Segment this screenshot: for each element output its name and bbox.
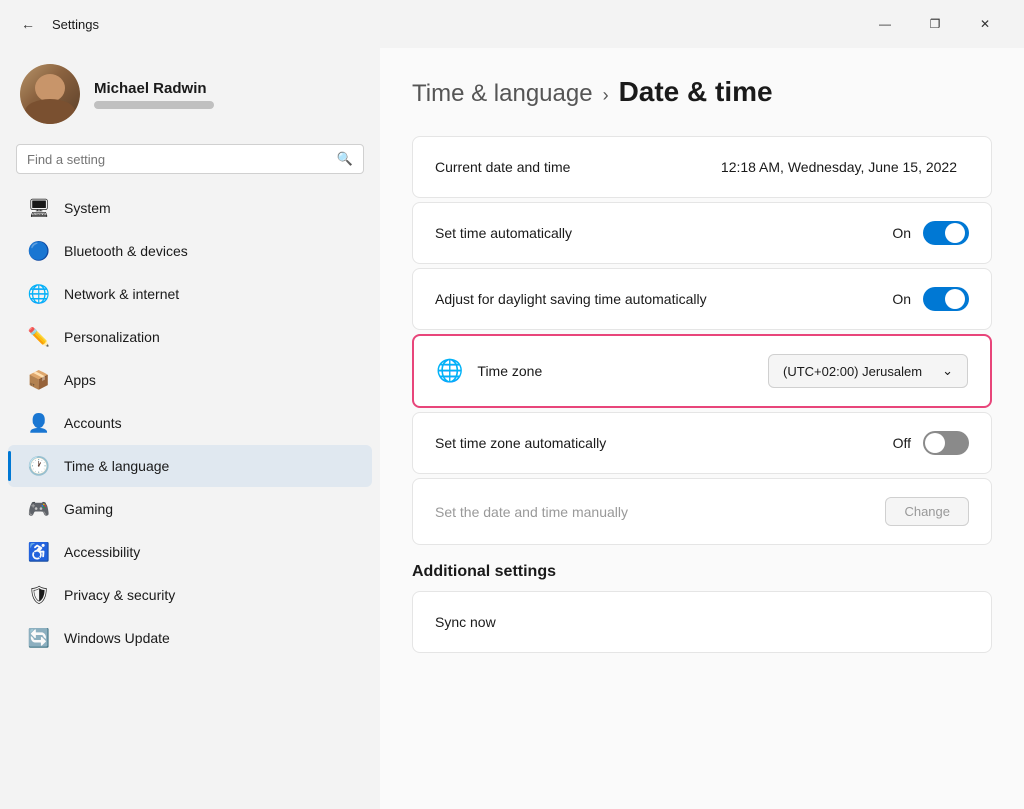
search-box[interactable]: 🔍 [16,144,364,174]
search-input[interactable] [27,152,329,167]
sidebar-item-label: Privacy & security [64,587,175,603]
sidebar-item-network[interactable]: 🌐 Network & internet [8,273,372,315]
sidebar-item-apps[interactable]: 📦 Apps [8,359,372,401]
bluetooth-icon: 🔵 [28,240,50,262]
search-icon: 🔍 [337,151,353,167]
sidebar-item-privacy[interactable]: 🛡 Privacy & security [8,574,372,616]
additional-settings-title: Additional settings [412,563,992,581]
timezone-label: Time zone [477,363,768,379]
sidebar-item-label: Apps [64,372,96,388]
back-button[interactable]: ← [16,12,40,36]
sidebar-item-label: Network & internet [64,286,179,302]
sidebar-item-bluetooth[interactable]: 🔵 Bluetooth & devices [8,230,372,272]
sidebar-item-label: Gaming [64,501,113,517]
app-title: Settings [52,17,99,32]
sidebar-item-system[interactable]: 🖥 System [8,187,372,229]
current-datetime-row: Current date and time 12:18 AM, Wednesda… [413,137,991,197]
daylight-saving-row: Adjust for daylight saving time automati… [413,269,991,329]
user-section: Michael Radwin [0,48,380,144]
sync-now-card: Sync now [412,591,992,653]
change-button[interactable]: Change [885,497,969,526]
page-title: Date & time [619,76,773,108]
daylight-saving-status: On [892,291,911,307]
toggle-thumb-2 [945,289,965,309]
sidebar-item-label: Bluetooth & devices [64,243,188,259]
daylight-saving-label: Adjust for daylight saving time automati… [435,291,892,307]
avatar [20,64,80,124]
set-timezone-auto-status: Off [893,435,911,451]
timezone-card: 🌐 Time zone (UTC+02:00) Jerusalem ⌄ [412,334,992,408]
set-time-auto-card: Set time automatically On [412,202,992,264]
sync-now-row: Sync now [413,592,991,652]
timezone-chevron-icon: ⌄ [942,363,953,379]
manual-datetime-label: Set the date and time manually [435,504,885,520]
close-button[interactable]: ✕ [962,8,1008,40]
breadcrumb-parent: Time & language [412,80,593,108]
sync-now-label: Sync now [435,614,969,630]
window-controls: — ❐ ✕ [862,8,1008,40]
sidebar-item-label: Windows Update [64,630,170,646]
sidebar-item-accessibility[interactable]: ♿ Accessibility [8,531,372,573]
app-body: Michael Radwin 🔍 🖥 System 🔵 Bluetooth & … [0,48,1024,809]
current-datetime-card: Current date and time 12:18 AM, Wednesda… [412,136,992,198]
user-email-bar [94,101,214,109]
timezone-select[interactable]: (UTC+02:00) Jerusalem ⌄ [768,354,968,388]
accessibility-icon: ♿ [28,541,50,563]
toggle-thumb [945,223,965,243]
set-timezone-auto-row: Set time zone automatically Off [413,413,991,473]
sidebar-item-update[interactable]: 🔄 Windows Update [8,617,372,659]
sidebar-item-label: Accounts [64,415,122,431]
page-header: Time & language › Date & time [412,76,992,108]
daylight-saving-toggle[interactable] [923,287,969,311]
sidebar-item-accounts[interactable]: 👤 Accounts [8,402,372,444]
current-datetime-label: Current date and time [435,159,721,175]
title-bar-left: ← Settings [16,12,99,36]
timezone-icon: 🌐 [436,358,463,384]
maximize-button[interactable]: ❐ [912,8,958,40]
set-timezone-auto-toggle[interactable] [923,431,969,455]
user-info: Michael Radwin [94,80,214,109]
set-time-auto-row: Set time automatically On [413,203,991,263]
manual-datetime-row: Set the date and time manually Change [413,479,991,544]
main-content: Time & language › Date & time Current da… [380,48,1024,809]
sidebar-item-label: System [64,200,111,216]
sidebar-nav: 🖥 System 🔵 Bluetooth & devices 🌐 Network… [0,186,380,660]
sidebar-item-personalization[interactable]: ✏️ Personalization [8,316,372,358]
set-timezone-auto-label: Set time zone automatically [435,435,893,451]
time-icon: 🕐 [28,455,50,477]
gaming-icon: 🎮 [28,498,50,520]
system-icon: 🖥 [28,197,50,219]
sidebar-item-label: Time & language [64,458,169,474]
set-time-auto-status: On [892,225,911,241]
timezone-row: 🌐 Time zone (UTC+02:00) Jerusalem ⌄ [414,336,990,406]
minimize-button[interactable]: — [862,8,908,40]
sidebar-item-gaming[interactable]: 🎮 Gaming [8,488,372,530]
apps-icon: 📦 [28,369,50,391]
title-bar: ← Settings — ❐ ✕ [0,0,1024,48]
set-time-auto-label: Set time automatically [435,225,892,241]
accounts-icon: 👤 [28,412,50,434]
set-timezone-auto-card: Set time zone automatically Off [412,412,992,474]
set-time-auto-toggle[interactable] [923,221,969,245]
personalization-icon: ✏️ [28,326,50,348]
update-icon: 🔄 [28,627,50,649]
sidebar-item-label: Personalization [64,329,160,345]
sidebar-item-label: Accessibility [64,544,140,560]
sidebar-item-time[interactable]: 🕐 Time & language [8,445,372,487]
current-datetime-value: 12:18 AM, Wednesday, June 15, 2022 [721,159,957,175]
user-name: Michael Radwin [94,80,214,97]
breadcrumb-chevron: › [603,85,609,106]
sidebar: Michael Radwin 🔍 🖥 System 🔵 Bluetooth & … [0,48,380,809]
timezone-value: (UTC+02:00) Jerusalem [783,364,922,379]
daylight-saving-card: Adjust for daylight saving time automati… [412,268,992,330]
privacy-icon: 🛡 [28,584,50,606]
toggle-thumb-3 [925,433,945,453]
network-icon: 🌐 [28,283,50,305]
avatar-image [20,64,80,124]
manual-datetime-card: Set the date and time manually Change [412,478,992,545]
